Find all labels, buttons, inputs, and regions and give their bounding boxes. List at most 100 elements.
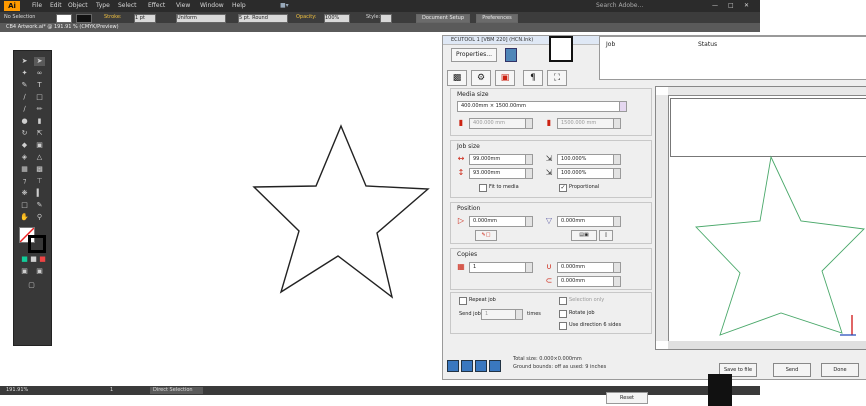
blend-tool-icon[interactable]: ⊤ — [34, 177, 45, 186]
position-y-field[interactable]: 0.000mm — [557, 216, 614, 227]
zoom-out-icon[interactable] — [489, 360, 501, 372]
document-tab[interactable]: CB4 Artwork.ai* @ 191.91 % (CMYK/Preview… — [0, 23, 760, 32]
opacity-field[interactable]: 100% — [324, 14, 350, 23]
flip-button[interactable]: ▯ — [599, 230, 613, 241]
tab-settings-icon[interactable]: ⚙ — [471, 70, 491, 86]
maximize-icon[interactable]: □ — [728, 2, 734, 9]
artboard-tool-icon[interactable]: □ — [19, 201, 30, 210]
menu-file[interactable]: File — [32, 2, 42, 9]
brush-select[interactable]: 5 pt. Round — [238, 14, 288, 23]
properties-button[interactable]: Properties... — [451, 48, 497, 62]
spacing-x-field[interactable]: 0.000mm — [557, 262, 614, 273]
selection-tool-icon[interactable]: ➤ — [19, 57, 30, 66]
media-info-icon[interactable] — [619, 101, 627, 112]
opacity-label[interactable]: Opacity: — [296, 14, 317, 20]
mesh-tool-icon[interactable]: ▦ — [19, 165, 30, 174]
pencil-icon[interactable]: ✏ — [34, 105, 45, 114]
close-icon[interactable]: ✕ — [744, 2, 749, 9]
media-height-spinner[interactable] — [613, 118, 621, 129]
menu-effect[interactable]: Effect — [148, 2, 165, 9]
none-mode-icon[interactable]: ■ — [37, 255, 48, 264]
menu-type[interactable]: Type — [96, 2, 110, 9]
menu-object[interactable]: Object — [68, 2, 88, 9]
paintbrush-icon[interactable]: ∕ — [19, 105, 30, 114]
copies-count-field[interactable]: 1 — [469, 262, 526, 273]
job-width-field[interactable]: 99.000mm — [469, 154, 526, 165]
stroke-color-icon[interactable] — [28, 235, 46, 253]
spacing-y-field[interactable]: 0.000mm — [557, 276, 614, 287]
current-tool-display[interactable]: Direct Selection — [150, 387, 203, 394]
free-transform-icon[interactable]: ▣ — [34, 141, 45, 150]
media-width-field[interactable]: 400.000 mm — [469, 118, 526, 129]
tab-options-icon[interactable]: ¶ — [523, 70, 543, 86]
zoom-level[interactable]: 191.91% — [6, 387, 28, 393]
scale-x-spinner[interactable] — [613, 154, 621, 165]
job-height-field[interactable]: 93.000mm — [469, 168, 526, 179]
job-column-header[interactable]: Job — [606, 41, 615, 48]
position-y-spinner[interactable] — [613, 216, 621, 227]
selection-only-checkbox[interactable] — [559, 297, 567, 305]
rectangle-tool-icon[interactable]: □ — [34, 93, 45, 102]
preferences-button[interactable]: Preferences — [476, 14, 518, 23]
style-swatch[interactable] — [380, 14, 392, 23]
position-x-field[interactable]: 0.000mm — [469, 216, 526, 227]
perspective-grid-icon[interactable]: △ — [34, 153, 45, 162]
hand-tool-icon[interactable]: ✋ — [19, 213, 30, 222]
slice-tool-icon[interactable]: ✎ — [34, 201, 45, 210]
scale-x-field[interactable]: 100.000% — [557, 154, 614, 165]
fit-to-media-checkbox[interactable] — [479, 184, 487, 192]
position-origin-button[interactable]: ✎□ — [475, 230, 497, 241]
stroke-label[interactable]: Stroke: — [104, 14, 122, 20]
job-height-spinner[interactable] — [525, 168, 533, 179]
gradient-tool-icon[interactable]: ▩ — [34, 165, 45, 174]
rotate-tool-icon[interactable]: ↻ — [19, 129, 30, 138]
send-job-count-field[interactable]: 1 — [481, 309, 516, 320]
menu-view[interactable]: View — [176, 2, 190, 9]
width-tool-icon[interactable]: ◆ — [19, 141, 30, 150]
lasso-icon[interactable]: ∞ — [34, 69, 45, 78]
scale-tool-icon[interactable]: ⇱ — [34, 129, 45, 138]
type-tool-icon[interactable]: T — [34, 81, 45, 90]
eyedropper-icon[interactable]: ⁊ — [19, 177, 30, 186]
spacing-y-spinner[interactable] — [613, 276, 621, 287]
stroke-weight-field[interactable]: 1 pt — [134, 14, 156, 23]
menu-edit[interactable]: Edit — [50, 2, 62, 9]
repeat-job-checkbox[interactable] — [459, 297, 467, 305]
media-width-spinner[interactable] — [525, 118, 533, 129]
status-column-header[interactable]: Status — [698, 41, 717, 48]
workspace-icon[interactable]: ■▾ — [280, 2, 289, 9]
draw-inside-icon[interactable]: ▣ — [34, 267, 45, 276]
pointer-icon[interactable] — [447, 360, 459, 372]
zoom-tool-icon[interactable]: ⚲ — [34, 213, 45, 222]
direct-selection-tool-icon[interactable]: ➤ — [34, 57, 45, 66]
horizontal-scrollbar[interactable] — [668, 341, 866, 349]
send-button[interactable]: Send — [773, 363, 811, 377]
tab-general-icon[interactable]: ▩ — [447, 70, 467, 86]
preview-toggle-icon[interactable] — [505, 48, 517, 62]
magic-wand-icon[interactable]: ✦ — [19, 69, 30, 78]
position-x-spinner[interactable] — [525, 216, 533, 227]
job-width-spinner[interactable] — [525, 154, 533, 165]
send-job-spinner[interactable] — [515, 309, 523, 320]
variable-width-select[interactable]: Uniform — [176, 14, 226, 23]
artboard-number[interactable]: 1 — [110, 387, 113, 393]
zoom-fit-icon[interactable] — [475, 360, 487, 372]
blob-brush-icon[interactable]: ● — [19, 117, 30, 126]
copies-count-spinner[interactable] — [525, 262, 533, 273]
spacing-x-spinner[interactable] — [613, 262, 621, 273]
menu-help[interactable]: Help — [232, 2, 246, 9]
draw-normal-icon[interactable]: ▣ — [19, 267, 30, 276]
align-button[interactable]: ▤▣ — [571, 230, 597, 241]
fill-swatch[interactable] — [56, 14, 72, 23]
media-size-select[interactable]: 400.00mm × 1500.00mm — [457, 101, 620, 112]
job-list-table[interactable]: Job Status — [599, 36, 866, 80]
scale-y-field[interactable]: 100.000% — [557, 168, 614, 179]
menu-select[interactable]: Select — [118, 2, 137, 9]
graph-tool-icon[interactable]: ▍ — [34, 189, 45, 198]
rotate-job-checkbox[interactable] — [559, 310, 567, 318]
document-setup-button[interactable]: Document Setup — [416, 14, 470, 23]
line-tool-icon[interactable]: ∕ — [19, 93, 30, 102]
proportional-checkbox[interactable]: ✓ — [559, 184, 567, 192]
tab-layout-icon[interactable]: ▣ — [495, 70, 515, 86]
media-height-field[interactable]: 1500.000 mm — [557, 118, 614, 129]
